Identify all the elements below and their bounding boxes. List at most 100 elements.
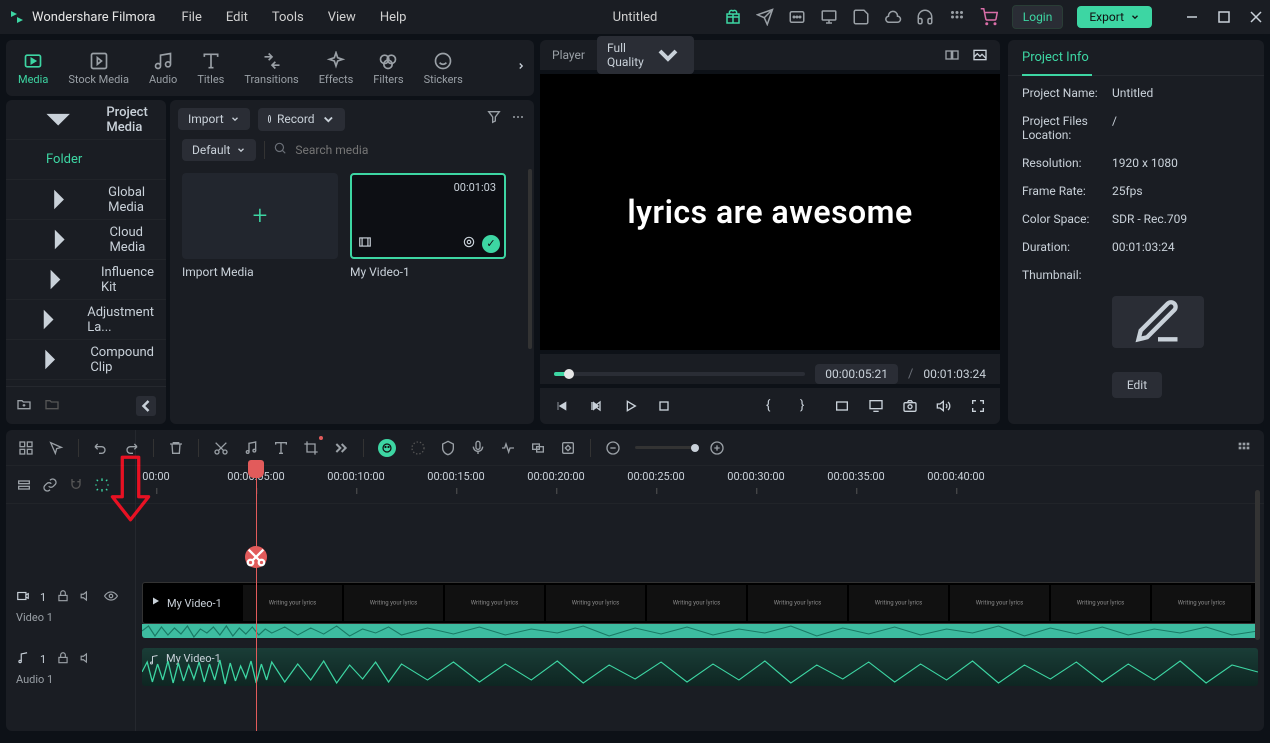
audio-track-header[interactable]: 1 Audio 1	[6, 640, 135, 696]
zoom-in-icon[interactable]	[709, 440, 725, 456]
music-note-icon[interactable]	[243, 440, 259, 456]
scrub-bar[interactable]	[554, 372, 805, 376]
timeline-body[interactable]: 00:00 00:00:05:00 00:00:10:00 00:00:15:0…	[136, 430, 1264, 731]
ai-chip-icon[interactable]	[378, 439, 396, 457]
lock-icon[interactable]	[56, 651, 70, 669]
timeline-ruler[interactable]: 00:00 00:00:05:00 00:00:10:00 00:00:15:0…	[136, 466, 1264, 504]
add-track-icon[interactable]	[16, 477, 32, 493]
media-clip[interactable]: 00:01:03 ✓ My Video-1	[350, 173, 506, 279]
text-icon[interactable]	[273, 440, 289, 456]
sidebar-item-compound-clip[interactable]: Compound Clip	[6, 340, 166, 380]
group-icon[interactable]	[530, 440, 546, 456]
tab-audio[interactable]: Audio	[149, 51, 177, 86]
login-button[interactable]: Login	[1012, 5, 1064, 29]
cut-marker-icon[interactable]	[245, 546, 267, 568]
record-button[interactable]: Record	[258, 108, 346, 131]
undo-icon[interactable]	[93, 440, 109, 456]
sidebar-item-folder[interactable]: Folder	[6, 140, 166, 180]
tab-transitions[interactable]: Transitions	[244, 51, 298, 86]
cart-icon[interactable]	[980, 8, 998, 26]
tabs-more-icon[interactable]	[516, 59, 526, 77]
zoom-slider[interactable]	[635, 446, 695, 449]
color-icon[interactable]	[410, 440, 426, 456]
view-mode-icon[interactable]	[1236, 440, 1252, 456]
image-view-icon[interactable]	[972, 45, 988, 65]
tab-titles[interactable]: Titles	[197, 51, 224, 86]
snapshot-icon[interactable]	[902, 398, 918, 414]
sidebar-item-adjustment-layer[interactable]: Adjustment La...	[6, 300, 166, 340]
keyframe-icon[interactable]	[560, 440, 576, 456]
fullscreen-icon[interactable]	[970, 398, 986, 414]
maximize-icon[interactable]	[1218, 11, 1230, 23]
crop-icon[interactable]	[303, 440, 319, 456]
mark-in-icon[interactable]: {	[766, 398, 782, 414]
message-icon[interactable]	[788, 8, 806, 26]
zoom-out-icon[interactable]	[605, 440, 621, 456]
tab-media[interactable]: Media	[18, 51, 48, 86]
quality-dropdown[interactable]: Full Quality	[597, 36, 694, 74]
sidebar-item-global-media[interactable]: Global Media	[6, 180, 166, 220]
display-icon[interactable]	[868, 398, 884, 414]
beat-icon[interactable]	[500, 440, 516, 456]
preview-viewport[interactable]: lyrics are awesome	[540, 74, 1000, 350]
monitor-icon[interactable]	[820, 8, 838, 26]
project-info-tab[interactable]: Project Info	[1008, 40, 1264, 76]
shield-icon[interactable]	[440, 440, 456, 456]
sidebar-item-cloud-media[interactable]: Cloud Media	[6, 220, 166, 260]
search-input[interactable]	[295, 143, 522, 157]
video-track-header[interactable]: 1 Video 1	[6, 578, 135, 634]
collapse-sidebar-icon[interactable]	[136, 396, 156, 416]
video-clip[interactable]: My Video-1 Writing your lyrics Writing y…	[142, 582, 1258, 624]
volume-icon[interactable]	[936, 398, 952, 414]
cut-icon[interactable]	[213, 440, 229, 456]
link-icon[interactable]	[42, 477, 58, 493]
play-back-icon[interactable]	[588, 398, 604, 414]
gift-icon[interactable]	[724, 8, 742, 26]
redo-icon[interactable]	[123, 440, 139, 456]
import-dropdown[interactable]: Import	[178, 108, 250, 130]
menu-help[interactable]: Help	[380, 10, 407, 25]
cloud-icon[interactable]	[884, 8, 902, 26]
scrub-knob[interactable]	[564, 369, 574, 379]
play-icon[interactable]	[622, 398, 638, 414]
edit-button[interactable]: Edit	[1112, 372, 1162, 398]
tab-stickers[interactable]: Stickers	[424, 51, 463, 86]
prev-frame-icon[interactable]	[554, 398, 570, 414]
new-folder-icon[interactable]	[16, 396, 32, 416]
export-button[interactable]: Export	[1077, 6, 1152, 28]
stop-icon[interactable]	[656, 398, 672, 414]
tab-effects[interactable]: Effects	[319, 51, 354, 86]
timeline-scrollbar[interactable]	[1255, 490, 1260, 640]
send-icon[interactable]	[756, 8, 774, 26]
more-options-icon[interactable]	[510, 109, 526, 129]
ratio-icon[interactable]	[834, 398, 850, 414]
sidebar-item-project-media[interactable]: Project Media	[6, 100, 166, 140]
thumbnail-preview[interactable]	[1112, 296, 1204, 348]
menu-view[interactable]: View	[328, 10, 356, 25]
sort-dropdown[interactable]: Default	[182, 139, 256, 161]
filter-icon[interactable]	[486, 109, 502, 129]
import-media-tile[interactable]: + Import Media	[182, 173, 338, 279]
headphones-icon[interactable]	[916, 8, 934, 26]
menu-file[interactable]: File	[181, 10, 201, 25]
mark-out-icon[interactable]: }	[800, 398, 816, 414]
expand-icon[interactable]	[333, 440, 349, 456]
mic-icon[interactable]	[470, 440, 486, 456]
tab-stock-media[interactable]: Stock Media	[68, 51, 129, 86]
delete-folder-icon[interactable]	[44, 396, 60, 416]
save-icon[interactable]	[852, 8, 870, 26]
lock-icon[interactable]	[56, 589, 70, 607]
arrange-icon[interactable]	[18, 440, 34, 456]
sidebar-item-influence-kit[interactable]: Influence Kit	[6, 260, 166, 300]
menu-edit[interactable]: Edit	[226, 10, 248, 25]
audio-clip[interactable]: My Video-1	[142, 648, 1258, 686]
cursor-icon[interactable]	[48, 440, 64, 456]
minimize-icon[interactable]	[1186, 11, 1198, 23]
mute-icon[interactable]	[80, 651, 94, 669]
playhead[interactable]	[256, 466, 257, 731]
tab-filters[interactable]: Filters	[373, 51, 403, 86]
compare-view-icon[interactable]	[944, 45, 960, 65]
eye-icon[interactable]	[104, 589, 118, 607]
trash-icon[interactable]	[168, 440, 184, 456]
mute-icon[interactable]	[80, 589, 94, 607]
